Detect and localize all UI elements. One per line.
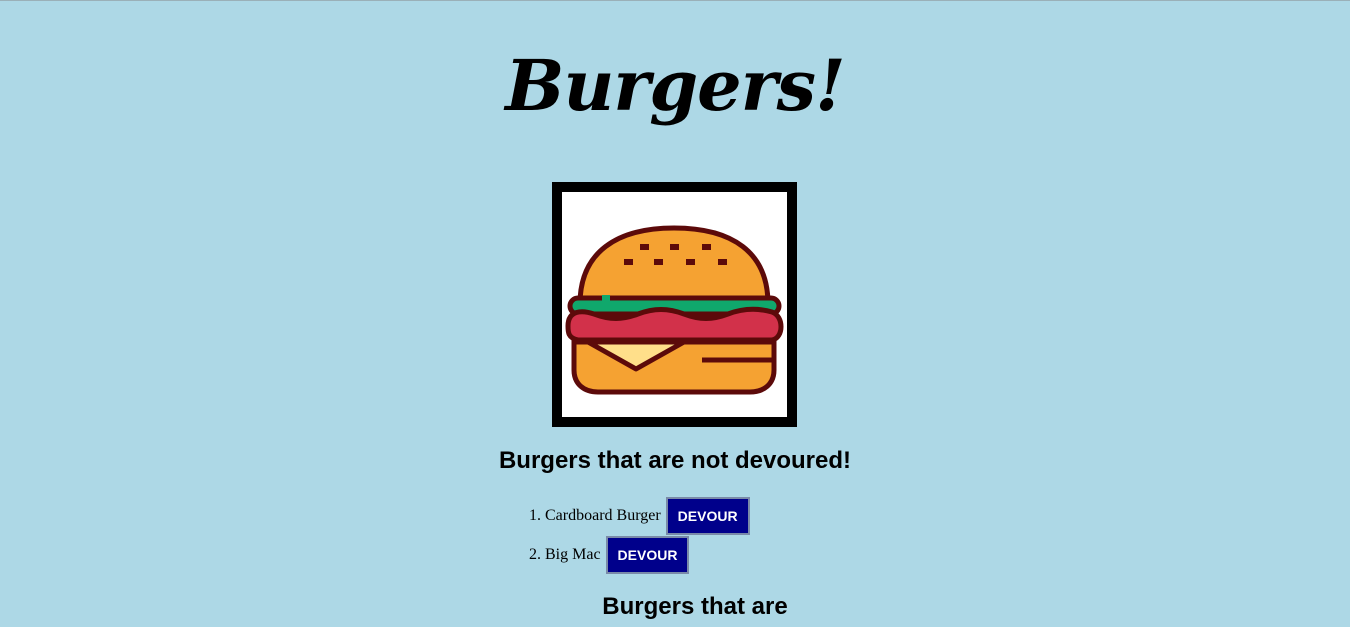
devour-button[interactable]: DEVOUR (665, 497, 750, 535)
burger-logo (552, 182, 797, 427)
burger-name: Big Mac (545, 546, 601, 563)
list-item: 1. Cardboard Burger DEVOUR (529, 497, 750, 535)
burger-name: Cardboard Burger (545, 507, 661, 524)
page-title: Burgers! (505, 44, 845, 127)
not-devoured-heading: Burgers that are not devoured! (498, 447, 852, 474)
list-item-number: 1. (529, 507, 541, 524)
burger-icon (565, 225, 784, 395)
list-item: 2. Big Mac DEVOUR (529, 536, 750, 574)
devoured-heading: Burgers that are (602, 593, 788, 620)
list-item-number: 2. (529, 546, 541, 563)
devour-button[interactable]: DEVOUR (605, 536, 690, 574)
not-devoured-list: 1. Cardboard Burger DEVOUR 2. Big Mac DE… (529, 497, 750, 575)
